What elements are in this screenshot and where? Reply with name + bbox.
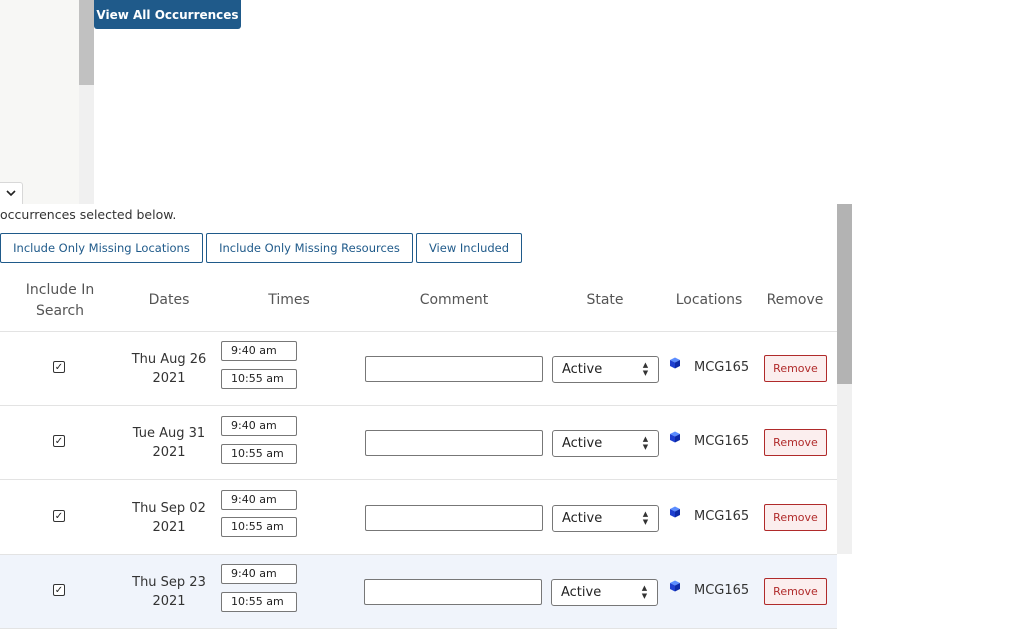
end-time-input[interactable]: 10:55 am — [221, 592, 297, 612]
start-time-input[interactable]: 9:40 am — [221, 416, 297, 436]
select-arrows-icon: ▲ ▼ — [642, 510, 649, 526]
column-header-include-line1: Include In — [25, 282, 95, 298]
comment-input[interactable] — [365, 356, 543, 382]
year-line: 2021 — [152, 445, 186, 460]
date-cell: Thu Sep 23 2021 — [119, 573, 219, 611]
location-name: MCG165 — [694, 509, 750, 524]
chevron-down-icon — [6, 190, 16, 197]
column-header-dates: Dates — [148, 292, 190, 308]
date-line: Thu Sep 23 — [132, 575, 206, 590]
year-line: 2021 — [152, 594, 186, 609]
table-row: ✓ Thu Sep 02 2021 9:40 am 10:55 am Activ… — [0, 481, 837, 555]
date-line: Tue Aug 31 — [132, 426, 206, 441]
comment-input[interactable] — [365, 430, 543, 456]
remove-button[interactable]: Remove — [764, 429, 827, 456]
comment-input[interactable] — [365, 505, 543, 531]
include-checkbox[interactable]: ✓ — [53, 435, 65, 447]
state-value: Active — [562, 362, 603, 377]
state-select[interactable]: Active ▲ ▼ — [552, 356, 659, 383]
date-cell: Thu Sep 02 2021 — [119, 499, 219, 537]
cube-icon — [670, 431, 680, 443]
state-select[interactable]: Active ▲ ▼ — [552, 505, 659, 532]
column-header-locations: Locations — [675, 292, 743, 308]
date-line: Thu Aug 26 — [131, 352, 207, 367]
right-scrollbar-thumb[interactable] — [837, 204, 852, 384]
end-time-input[interactable]: 10:55 am — [221, 369, 297, 389]
column-header-include-line2: Search — [35, 303, 85, 319]
select-arrows-icon: ▲ ▼ — [641, 584, 648, 600]
comment-input[interactable] — [364, 579, 542, 605]
left-panel — [0, 0, 79, 204]
cube-icon — [670, 357, 680, 369]
occurrences-panel: occurrences selected below. Include Only… — [0, 204, 837, 637]
cube-icon — [670, 580, 680, 592]
collapse-toggle[interactable] — [0, 182, 23, 205]
instruction-text: occurrences selected below. — [0, 207, 177, 222]
date-cell: Tue Aug 31 2021 — [119, 424, 219, 462]
include-missing-resources-button[interactable]: Include Only Missing Resources — [206, 233, 413, 263]
state-select[interactable]: Active ▲ ▼ — [552, 430, 659, 457]
remove-button[interactable]: Remove — [764, 504, 827, 531]
date-line: Thu Sep 02 — [132, 501, 206, 516]
column-header-comment: Comment — [419, 292, 489, 308]
select-arrows-icon: ▲ ▼ — [642, 435, 649, 451]
view-all-occurrences-button[interactable]: View All Occurrences — [94, 0, 241, 29]
end-time-input[interactable]: 10:55 am — [221, 517, 297, 537]
state-value: Active — [562, 511, 603, 526]
include-missing-locations-button[interactable]: Include Only Missing Locations — [0, 233, 203, 263]
include-checkbox[interactable]: ✓ — [53, 361, 65, 373]
state-value: Active — [561, 585, 602, 600]
include-checkbox[interactable]: ✓ — [53, 584, 65, 596]
table-row: ✓ Thu Aug 26 2021 9:40 am 10:55 am Activ… — [0, 332, 837, 406]
start-time-input[interactable]: 9:40 am — [221, 564, 297, 584]
start-time-input[interactable]: 9:40 am — [221, 341, 297, 361]
column-header-include: Include In Search — [10, 280, 110, 322]
start-time-input[interactable]: 9:40 am — [221, 490, 297, 510]
state-value: Active — [562, 436, 603, 451]
select-arrows-icon: ▲ ▼ — [642, 361, 649, 377]
date-cell: Thu Aug 26 2021 — [119, 350, 219, 388]
year-line: 2021 — [152, 520, 186, 535]
remove-button[interactable]: Remove — [764, 355, 827, 382]
location-name: MCG165 — [694, 360, 750, 375]
column-header-remove: Remove — [766, 292, 824, 308]
column-header-times: Times — [268, 292, 310, 308]
column-header-state: State — [586, 292, 624, 308]
location-name: MCG165 — [694, 434, 750, 449]
cube-icon — [670, 506, 680, 518]
remove-button[interactable]: Remove — [764, 578, 827, 605]
view-included-button[interactable]: View Included — [416, 233, 522, 263]
include-checkbox[interactable]: ✓ — [53, 510, 65, 522]
location-name: MCG165 — [694, 583, 750, 598]
year-line: 2021 — [152, 371, 186, 386]
state-select[interactable]: Active ▲ ▼ — [551, 579, 658, 606]
table-row: ✓ Thu Sep 23 2021 9:40 am 10:55 am Activ… — [0, 555, 837, 629]
end-time-input[interactable]: 10:55 am — [221, 444, 297, 464]
table-row: ✓ Tue Aug 31 2021 9:40 am 10:55 am Activ… — [0, 406, 837, 480]
left-scrollbar-thumb[interactable] — [79, 0, 94, 85]
